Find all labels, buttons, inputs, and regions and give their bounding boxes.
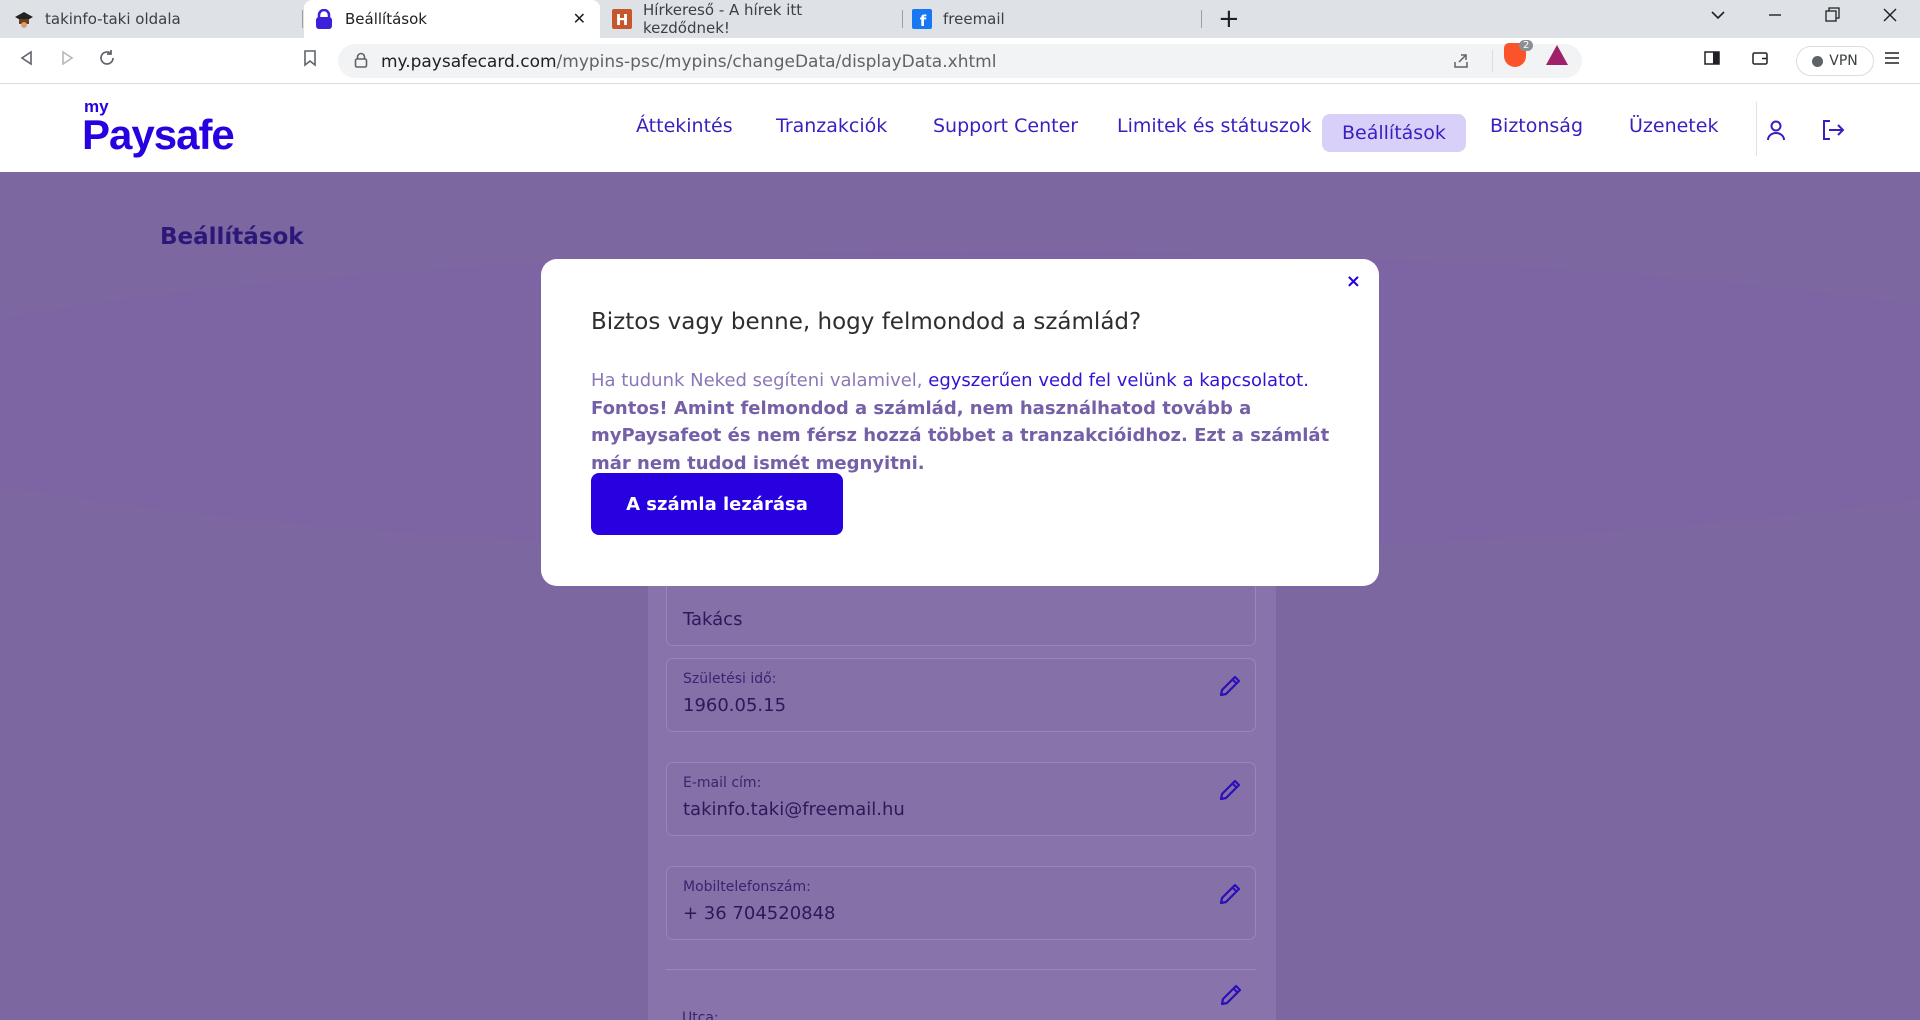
field-label: Utca:: [682, 1010, 719, 1020]
nav-beallitasok[interactable]: Beállítások: [1322, 114, 1466, 152]
url-text: my.paysafecard.com/mypins-psc/mypins/cha…: [381, 52, 996, 72]
url-path: /mypins-psc/mypins/changeData/displayDat…: [556, 52, 997, 72]
site-header: my Paysafe Áttekintés Tranzakciók Suppor…: [0, 84, 1920, 172]
hirkereso-h-icon: H: [612, 9, 632, 29]
tab-beallitasok[interactable]: Beállítások ✕: [304, 0, 600, 38]
street-field: Utca:: [666, 970, 1256, 1020]
page-title: Beállítások: [160, 224, 304, 250]
share-icon[interactable]: [1452, 52, 1470, 74]
edit-pencil-icon[interactable]: [1217, 881, 1243, 911]
edit-pencil-icon[interactable]: [1217, 777, 1243, 807]
edit-pencil-icon[interactable]: [1217, 673, 1243, 703]
edit-pencil-icon[interactable]: [1218, 982, 1244, 1012]
nav-attekintes[interactable]: Áttekintés: [636, 115, 733, 137]
tab-separator: [302, 10, 303, 28]
field-value: Takács: [683, 609, 743, 630]
modal-body: Ha tudunk Neked segíteni valamivel, egys…: [591, 367, 1339, 477]
tab-title: takinfo-taki oldala: [45, 10, 181, 28]
contact-us-link[interactable]: egyszerűen vedd fel velünk a kapcsolatot…: [928, 370, 1309, 391]
tab-freemail[interactable]: f freemail: [912, 0, 1192, 38]
svg-text:f: f: [920, 12, 927, 29]
close-account-button[interactable]: A számla lezárása: [591, 473, 843, 535]
modal-warning-text: Fontos! Amint felmondod a számlád, nem h…: [591, 397, 1330, 474]
field-label: E-mail cím:: [683, 775, 762, 791]
mobile-phone-field: Mobiltelefonszám: + 36 704520848: [666, 866, 1256, 940]
brave-rewards-icon[interactable]: [1546, 45, 1568, 65]
tab-title: Beállítások: [345, 10, 427, 28]
vpn-status-icon: [1812, 55, 1824, 67]
back-icon[interactable]: [18, 49, 36, 72]
modal-body-text: Ha tudunk Neked segíteni valamivel,: [591, 370, 929, 391]
nav-uzenetek[interactable]: Üzenetek: [1629, 115, 1718, 137]
tab-search-chevron-icon[interactable]: [1709, 6, 1727, 29]
email-field: E-mail cím: takinfo.taki@freemail.hu: [666, 762, 1256, 836]
restore-icon[interactable]: [1823, 6, 1841, 29]
header-divider: [1756, 102, 1757, 156]
close-icon[interactable]: ×: [1346, 271, 1361, 292]
logo-paysafe-text: Paysafe: [82, 111, 235, 158]
nav-support-center[interactable]: Support Center: [933, 115, 1078, 137]
close-window-icon[interactable]: [1881, 6, 1899, 29]
url-host: my.paysafecard.com: [381, 52, 557, 72]
nav-tranzakciok[interactable]: Tranzakciók: [776, 115, 887, 137]
nav-limitek-es-statuszok[interactable]: Limitek és státuszok: [1117, 115, 1311, 137]
bookmark-icon[interactable]: [302, 49, 318, 72]
user-profile-icon[interactable]: [1765, 119, 1787, 145]
omnibox-divider: [1492, 50, 1493, 72]
tab-takinfo[interactable]: takinfo-taki oldala: [14, 0, 304, 38]
field-value: takinfo.taki@freemail.hu: [683, 799, 905, 820]
tab-title: freemail: [943, 10, 1005, 28]
modal-title: Biztos vagy benne, hogy felmondod a szám…: [591, 309, 1142, 335]
new-tab-icon[interactable]: +: [1218, 6, 1240, 32]
facebook-f-icon: f: [912, 9, 932, 29]
birth-date-field: Születési idő: 1960.05.15: [666, 658, 1256, 732]
sidebar-toggle-icon[interactable]: [1703, 49, 1721, 72]
shield-count-badge: 2: [1519, 40, 1534, 51]
close-account-modal: × Biztos vagy benne, hogy felmondod a sz…: [541, 259, 1379, 586]
browser-tab-strip: takinfo-taki oldala Beállítások ✕ H Hírk…: [0, 0, 1920, 38]
forward-icon[interactable]: [58, 49, 76, 72]
paysafe-lock-icon: [314, 9, 334, 29]
lock-icon: [354, 52, 368, 72]
field-value: + 36 704520848: [683, 903, 836, 924]
browser-toolbar: my.paysafecard.com/mypins-psc/mypins/cha…: [0, 38, 1920, 84]
field-label: Születési idő:: [683, 671, 777, 687]
tab-title: Hírkereső - A hírek itt kezdődnek!: [643, 1, 803, 37]
nav-biztonsag[interactable]: Biztonság: [1490, 115, 1583, 137]
field-value: 1960.05.15: [683, 695, 787, 716]
personal-data-card: Takács Születési idő: 1960.05.15 E-mail …: [648, 572, 1276, 1020]
field-label: Mobiltelefonszám:: [683, 879, 811, 895]
close-tab-icon[interactable]: ✕: [573, 9, 586, 28]
vpn-label: VPN: [1829, 53, 1858, 69]
menu-icon[interactable]: [1883, 49, 1901, 72]
tab-separator: [902, 10, 903, 28]
address-bar[interactable]: my.paysafecard.com/mypins-psc/mypins/cha…: [338, 44, 1582, 78]
graduation-cap-icon: [14, 9, 34, 29]
svg-text:H: H: [616, 11, 629, 29]
wallet-icon[interactable]: [1751, 49, 1769, 72]
tab-hirkereso[interactable]: H Hírkereső - A hírek itt kezdődnek!: [612, 0, 892, 38]
reload-icon[interactable]: [98, 49, 116, 72]
tab-separator: [1201, 10, 1202, 28]
logout-icon[interactable]: [1821, 119, 1845, 145]
minimize-icon[interactable]: [1766, 6, 1784, 29]
vpn-button[interactable]: VPN: [1796, 46, 1874, 76]
